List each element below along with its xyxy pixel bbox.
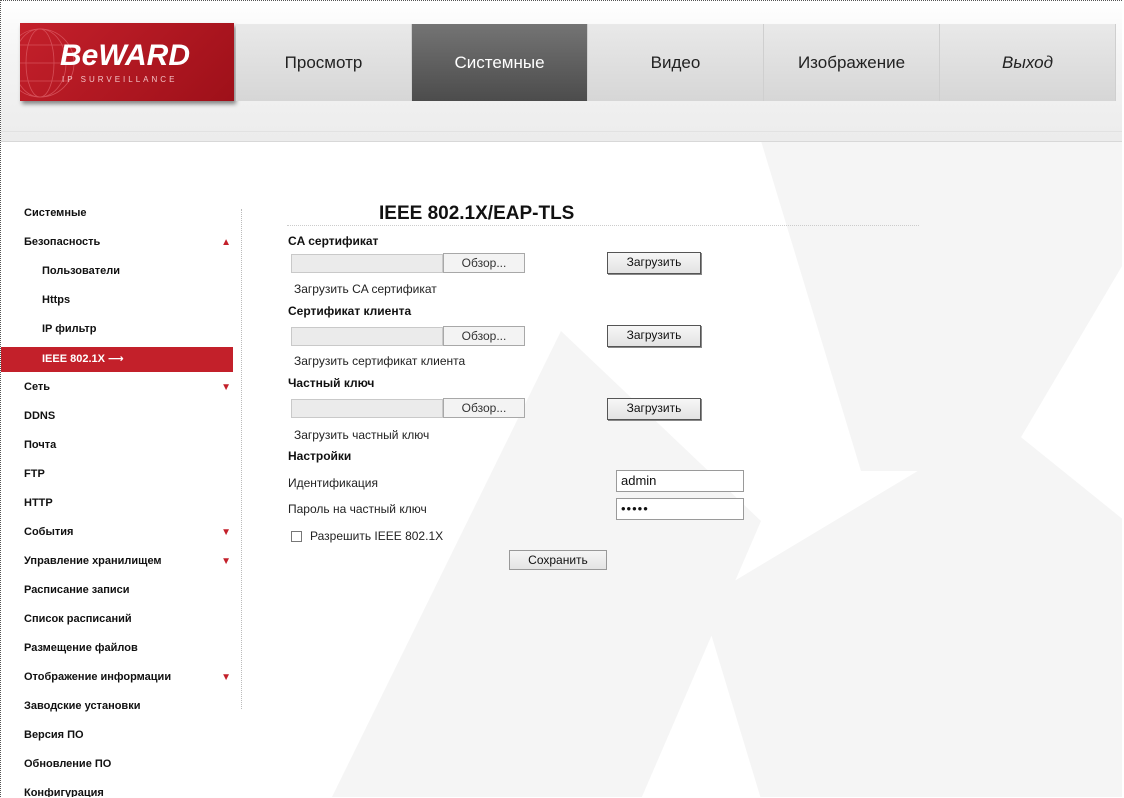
sidebar-item-http[interactable]: HTTP bbox=[1, 489, 233, 518]
triangle-down-icon: ▼ bbox=[221, 556, 231, 567]
sidebar-item-ddns[interactable]: DDNS bbox=[1, 402, 233, 431]
sidebar-item-label: IEEE 802.1X ⟶ bbox=[42, 353, 124, 365]
sidebar: Системные Безопасность ▲ Пользователи Htt… bbox=[1, 199, 243, 797]
sidebar-item-configuration[interactable]: Конфигурация bbox=[1, 779, 233, 797]
triangle-down-icon: ▼ bbox=[221, 382, 231, 393]
nav-logout[interactable]: Выход bbox=[940, 24, 1116, 101]
sidebar-item-label: Конфигурация bbox=[24, 787, 104, 797]
enable-ieee8021x-checkbox[interactable] bbox=[291, 531, 302, 542]
client-cert-browse-button[interactable]: Обзор... bbox=[443, 326, 525, 346]
private-key-file-input[interactable] bbox=[291, 399, 443, 418]
sidebar-item-users[interactable]: Пользователи bbox=[1, 257, 233, 286]
ca-cert-hint: Загрузить CA сертификат bbox=[294, 282, 437, 296]
ca-cert-heading: CA сертификат bbox=[288, 234, 379, 248]
client-cert-heading: Сертификат клиента bbox=[288, 304, 412, 318]
sidebar-item-label: События bbox=[24, 526, 74, 538]
sidebar-item-label: IP фильтр bbox=[42, 323, 97, 335]
logo-text: BeWARD bbox=[60, 39, 191, 72]
page-title: IEEE 802.1X/EAP-TLS bbox=[379, 203, 575, 224]
private-key-upload-button[interactable]: Загрузить bbox=[607, 398, 701, 420]
triangle-up-icon: ▲ bbox=[221, 237, 231, 248]
sidebar-item-https[interactable]: Https bbox=[1, 286, 233, 315]
nav-video[interactable]: Видео bbox=[588, 24, 764, 101]
sidebar-item-file-placement[interactable]: Размещение файлов bbox=[1, 634, 233, 663]
nav-sistemnye[interactable]: Системные bbox=[412, 24, 588, 101]
sidebar-item-schedule-list[interactable]: Список расписаний bbox=[1, 605, 233, 634]
private-key-browse-button[interactable]: Обзор... bbox=[443, 398, 525, 418]
sidebar-item-storage[interactable]: Управление хранилищем ▼ bbox=[1, 547, 233, 576]
sidebar-item-mail[interactable]: Почта bbox=[1, 431, 233, 460]
client-cert-upload-button[interactable]: Загрузить bbox=[607, 325, 701, 347]
sidebar-item-label: Https bbox=[42, 294, 71, 306]
sidebar-item-label: Размещение файлов bbox=[24, 642, 138, 654]
triangle-down-icon: ▼ bbox=[221, 672, 231, 683]
sidebar-item-label: Заводские установки bbox=[24, 700, 141, 712]
sidebar-divider bbox=[241, 209, 242, 709]
ca-cert-file-input[interactable] bbox=[291, 254, 443, 273]
key-password-input[interactable]: ••••• bbox=[616, 498, 744, 520]
top-header: BeWARD IP SURVEILLANCE Просмотр Системны… bbox=[1, 1, 1122, 142]
logo-subtext: IP SURVEILLANCE bbox=[62, 75, 178, 84]
enable-ieee8021x-label: Разрешить IEEE 802.1X bbox=[310, 529, 444, 543]
sidebar-item-label: Системные bbox=[24, 207, 87, 219]
sidebar-item-label: Безопасность bbox=[24, 236, 101, 248]
private-key-hint: Загрузить частный ключ bbox=[294, 428, 430, 442]
sidebar-item-label: Расписание записи bbox=[24, 584, 130, 596]
sidebar-item-label: Версия ПО bbox=[24, 729, 84, 741]
header-divider bbox=[1, 131, 1122, 132]
sidebar-item-factory-reset[interactable]: Заводские установки bbox=[1, 692, 233, 721]
sidebar-item-label: DDNS bbox=[24, 410, 56, 422]
sidebar-item-label: Список расписаний bbox=[24, 613, 132, 625]
sidebar-item-events[interactable]: События ▼ bbox=[1, 518, 233, 547]
settings-heading: Настройки bbox=[288, 449, 352, 463]
triangle-down-icon: ▼ bbox=[221, 527, 231, 538]
main-nav: Просмотр Системные Видео Изображение Вых… bbox=[236, 24, 1116, 101]
sidebar-item-label: Сеть bbox=[24, 381, 51, 393]
sidebar-item-label: Управление хранилищем bbox=[24, 555, 162, 567]
sidebar-item-ieee8021x[interactable]: IEEE 802.1X ⟶ bbox=[1, 347, 233, 372]
page-frame: BeWARD IP SURVEILLANCE Просмотр Системны… bbox=[0, 0, 1122, 797]
sidebar-item-label: HTTP bbox=[24, 497, 53, 509]
beward-logo[interactable]: BeWARD IP SURVEILLANCE bbox=[20, 23, 234, 101]
sidebar-item-label: Пользователи bbox=[42, 265, 121, 277]
key-password-label: Пароль на частный ключ bbox=[288, 502, 427, 516]
client-cert-file-input[interactable] bbox=[291, 327, 443, 346]
sidebar-item-label: Почта bbox=[24, 439, 57, 451]
sidebar-item-label: Отображение информации bbox=[24, 671, 172, 683]
private-key-heading: Частный ключ bbox=[288, 376, 375, 390]
sidebar-item-info-display[interactable]: Отображение информации ▼ bbox=[1, 663, 233, 692]
sidebar-item-label: FTP bbox=[24, 468, 45, 480]
title-divider bbox=[287, 225, 919, 226]
sidebar-item-firmware-update[interactable]: Обновление ПО bbox=[1, 750, 233, 779]
client-cert-hint: Загрузить сертификат клиента bbox=[294, 354, 466, 368]
sidebar-item-system[interactable]: Системные bbox=[1, 199, 233, 228]
sidebar-item-ftp[interactable]: FTP bbox=[1, 460, 233, 489]
sidebar-item-network[interactable]: Сеть ▼ bbox=[1, 373, 233, 402]
identity-input[interactable]: admin bbox=[616, 470, 744, 492]
sidebar-item-record-schedule[interactable]: Расписание записи bbox=[1, 576, 233, 605]
sidebar-item-security[interactable]: Безопасность ▲ bbox=[1, 228, 233, 257]
sidebar-item-ip-filter[interactable]: IP фильтр bbox=[1, 315, 233, 344]
sidebar-item-firmware-version[interactable]: Версия ПО bbox=[1, 721, 233, 750]
ca-cert-browse-button[interactable]: Обзор... bbox=[443, 253, 525, 273]
save-button[interactable]: Сохранить bbox=[509, 550, 607, 570]
nav-prosmotr[interactable]: Просмотр bbox=[236, 24, 412, 101]
nav-izobrazhenie[interactable]: Изображение bbox=[764, 24, 940, 101]
sidebar-item-label: Обновление ПО bbox=[24, 758, 112, 770]
ca-cert-upload-button[interactable]: Загрузить bbox=[607, 252, 701, 274]
identity-label: Идентификация bbox=[288, 476, 378, 490]
